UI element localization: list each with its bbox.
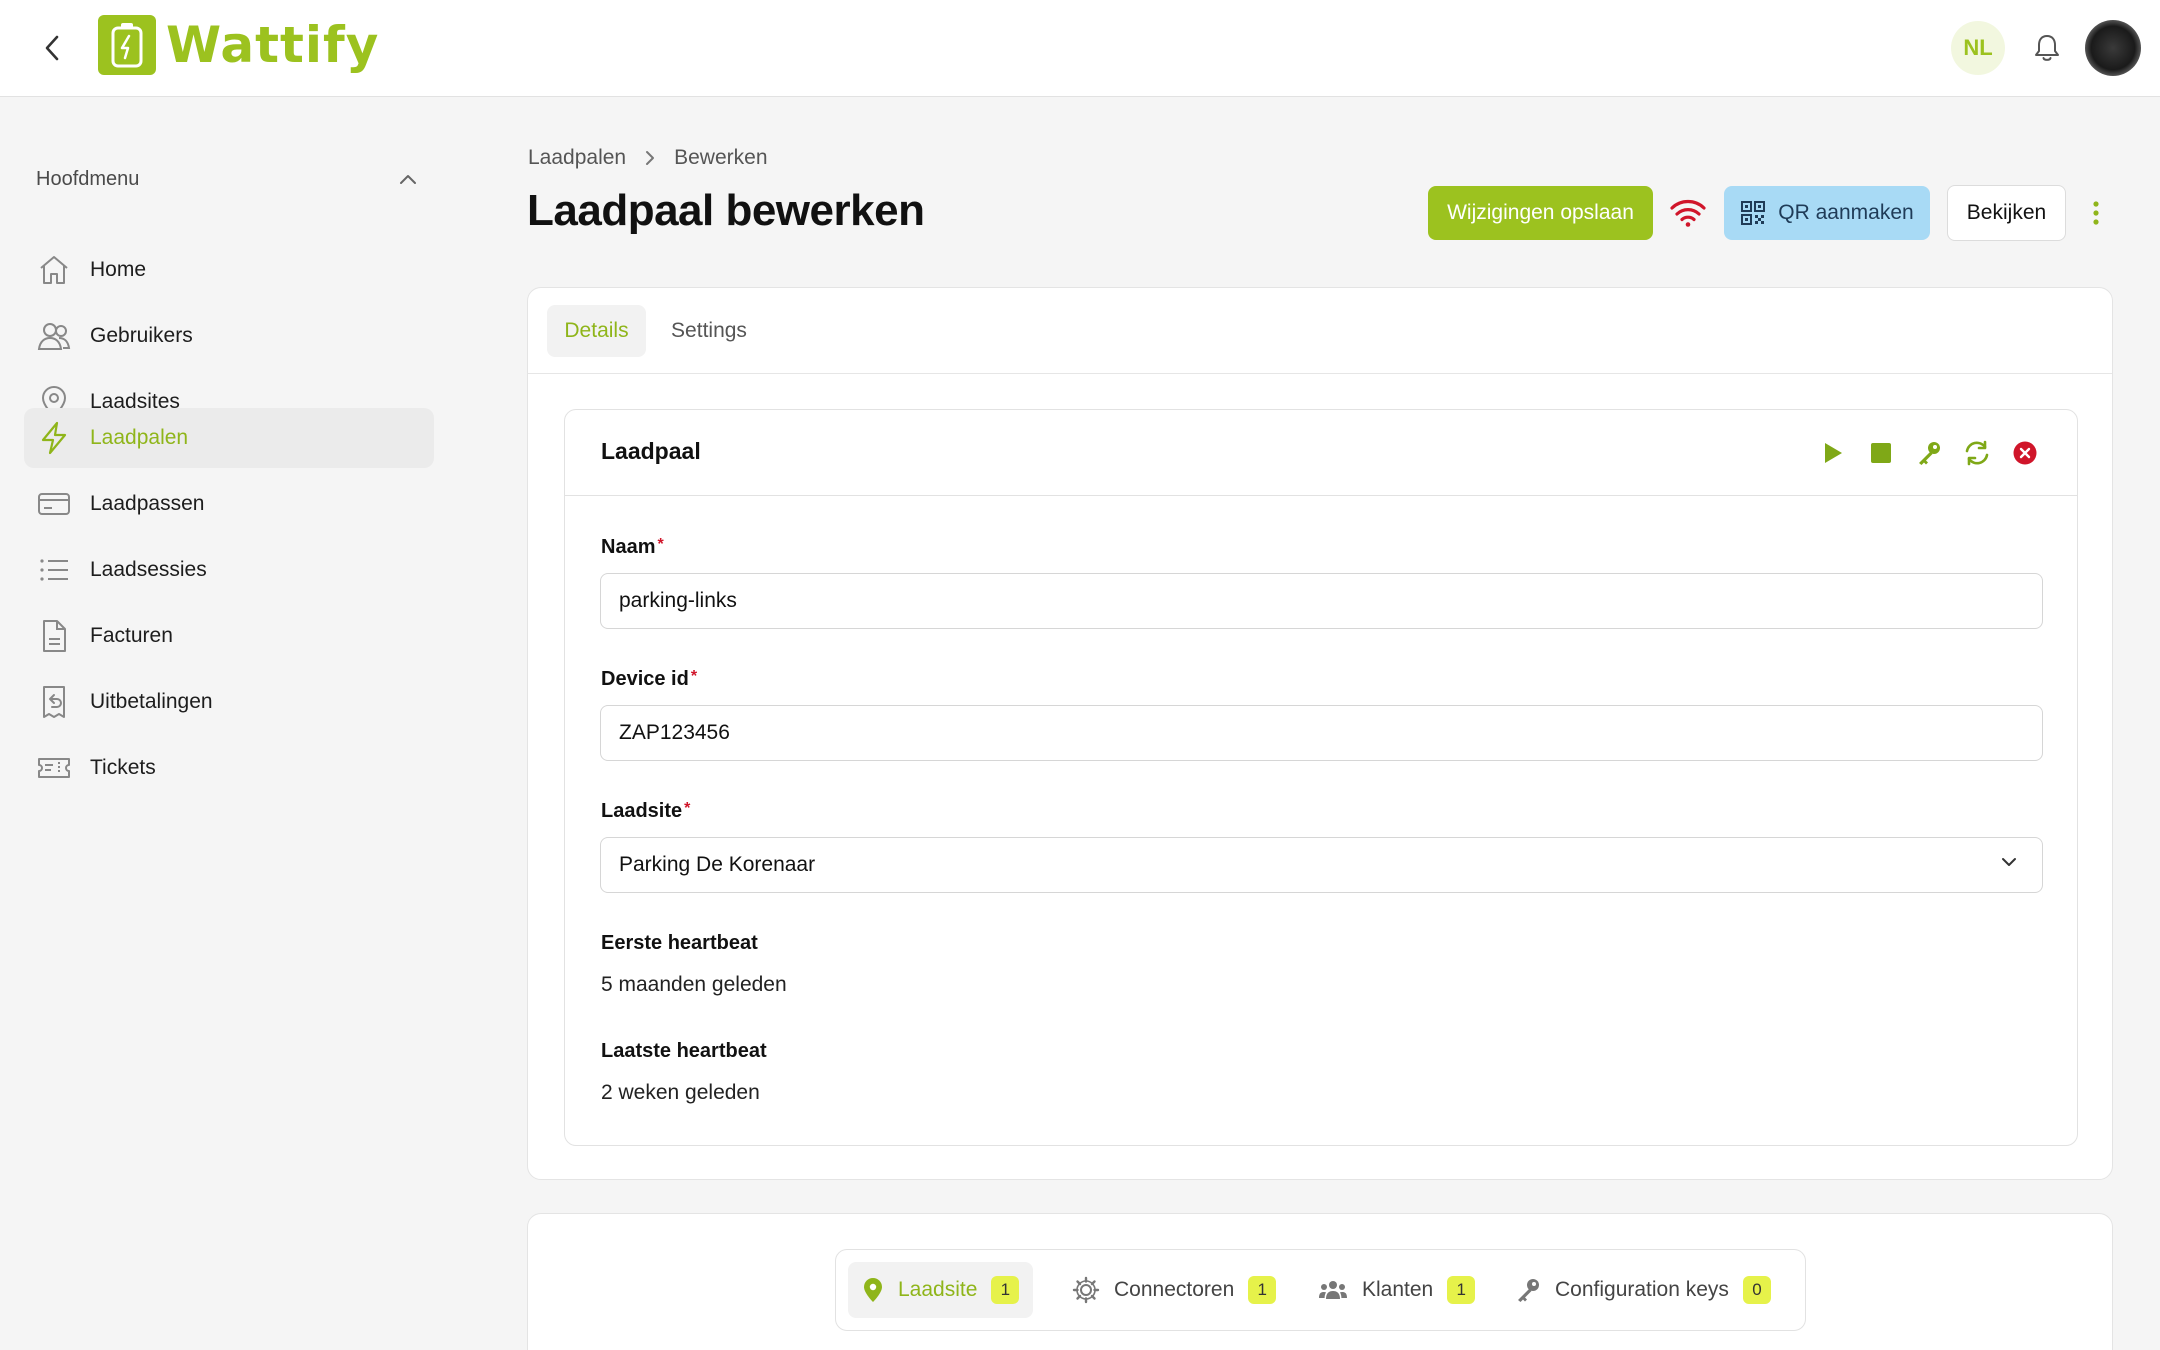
related-card: Laadsite 1 Connectoren 1 Klanten 1 Confi… <box>527 1213 2113 1350</box>
sidebar: Hoofdmenu Home Gebruikers Laadsites Laad… <box>0 98 460 1350</box>
device-id-label: Device id * <box>601 668 697 691</box>
tab-label: Configuration keys <box>1555 1278 1729 1301</box>
count-badge: 1 <box>1248 1276 1277 1304</box>
first-heartbeat-value: 5 maanden geleden <box>601 973 787 996</box>
page-title: Laadpaal bewerken <box>527 186 925 235</box>
more-options-icon[interactable] <box>2084 196 2108 230</box>
tab-connectoren[interactable]: Connectoren 1 <box>1058 1262 1290 1318</box>
sidebar-item-laadpassen[interactable]: Laadpassen <box>24 474 434 534</box>
tab-label: Laadsite <box>898 1278 978 1301</box>
tab-label: Connectoren <box>1114 1278 1235 1301</box>
logo-text: Wattify <box>166 16 380 74</box>
sidebar-item-label: Facturen <box>90 624 173 647</box>
gear-icon <box>1072 1276 1100 1304</box>
laadsite-label: Laadsite * <box>601 800 690 823</box>
related-tabs: Laadsite 1 Connectoren 1 Klanten 1 Confi… <box>835 1249 1806 1331</box>
document-icon <box>36 618 72 654</box>
group-icon <box>1318 1278 1348 1302</box>
save-changes-button[interactable]: Wijzigingen opslaan <box>1428 186 1653 240</box>
view-button[interactable]: Bekijken <box>1947 185 2066 241</box>
key-icon[interactable] <box>1913 437 1945 469</box>
chevron-up-icon <box>400 175 416 184</box>
last-heartbeat-value: 2 weken geleden <box>601 1081 760 1104</box>
sidebar-item-gebruikers[interactable]: Gebruikers <box>24 306 434 366</box>
tab-label: Klanten <box>1362 1278 1434 1301</box>
chevron-down-icon <box>2000 856 2018 868</box>
main-menu-toggle[interactable]: Hoofdmenu <box>36 164 418 194</box>
first-heartbeat-label: Eerste heartbeat <box>601 932 758 954</box>
tab-settings[interactable]: Settings <box>656 305 762 357</box>
count-badge: 0 <box>1742 1276 1771 1304</box>
tab-configuration-keys[interactable]: Configuration keys 0 <box>1501 1262 1785 1318</box>
wifi-status-icon <box>1668 196 1708 230</box>
tab-klanten[interactable]: Klanten 1 <box>1304 1262 1489 1318</box>
device-id-field[interactable]: ZAP123456 <box>600 705 2043 761</box>
laadsite-label-text: Laadsite <box>601 800 683 822</box>
charger-card: Laadpaal Naam * parking-links Device id * … <box>564 409 2078 1146</box>
sidebar-item-laadpalen[interactable]: Laadpalen <box>24 408 434 468</box>
sidebar-item-label: Gebruikers <box>90 324 193 347</box>
ticket-icon <box>36 750 72 786</box>
refresh-icon[interactable] <box>1961 437 1993 469</box>
play-icon[interactable] <box>1817 437 1849 469</box>
sidebar-item-label: Laadsessies <box>90 558 207 581</box>
logo[interactable]: Wattify <box>98 14 379 76</box>
location-pin-icon <box>862 1277 884 1303</box>
stop-icon[interactable] <box>1865 437 1897 469</box>
receipt-icon <box>36 684 72 720</box>
required-asterisk: * <box>684 800 691 817</box>
bell-icon <box>2035 35 2059 61</box>
chevron-left-icon <box>45 35 59 61</box>
count-badge: 1 <box>991 1276 1020 1304</box>
sidebar-item-label: Laadpalen <box>90 426 189 449</box>
language-switch[interactable]: NL <box>1951 21 2005 75</box>
back-button[interactable] <box>34 30 70 66</box>
required-asterisk: * <box>657 536 664 553</box>
key-icon <box>1515 1277 1541 1303</box>
charger-card-title: Laadpaal <box>601 438 701 464</box>
tab-bar: Details Settings <box>528 288 2112 374</box>
tab-details[interactable]: Details <box>547 305 646 357</box>
sidebar-item-laadsessies[interactable]: Laadsessies <box>24 540 434 600</box>
user-avatar[interactable] <box>2085 20 2141 76</box>
card-icon <box>36 486 72 522</box>
sidebar-item-label: Tickets <box>90 756 156 779</box>
sidebar-item-facturen[interactable]: Facturen <box>24 606 434 666</box>
sidebar-item-uitbetalingen[interactable]: Uitbetalingen <box>24 672 434 732</box>
sidebar-item-label: Home <box>90 258 147 281</box>
count-badge: 1 <box>1447 1276 1476 1304</box>
last-heartbeat-label: Laatste heartbeat <box>601 1040 767 1062</box>
details-card: Details Settings Laadpaal Naam * parking-… <box>527 287 2113 1180</box>
required-asterisk: * <box>690 668 698 685</box>
remove-icon[interactable] <box>2009 437 2041 469</box>
chevron-right-icon <box>644 149 656 167</box>
sidebar-item-home[interactable]: Home <box>24 240 434 300</box>
breadcrumb: Laadpalen Bewerken <box>528 146 768 170</box>
name-field[interactable]: parking-links <box>600 573 2043 629</box>
create-qr-button[interactable]: QR aanmaken <box>1724 186 1930 240</box>
sidebar-item-label: Laadpassen <box>90 492 205 515</box>
create-qr-label: QR aanmaken <box>1778 201 1914 224</box>
tab-laadsite[interactable]: Laadsite 1 <box>848 1262 1034 1318</box>
laadsite-select-value: Parking De Korenaar <box>619 853 816 876</box>
lightning-icon <box>36 420 72 456</box>
sidebar-item-tickets[interactable]: Tickets <box>24 738 434 798</box>
breadcrumb-current: Bewerken <box>674 146 768 169</box>
users-icon <box>36 318 72 354</box>
charger-card-header: Laadpaal <box>565 410 2077 496</box>
qr-code-icon <box>1740 200 1766 226</box>
sidebar-item-label: Uitbetalingen <box>90 690 213 713</box>
notifications-button[interactable] <box>2027 28 2067 68</box>
name-label-text: Naam <box>601 536 656 558</box>
laadsite-select[interactable]: Parking De Korenaar <box>600 837 2043 893</box>
home-icon <box>36 252 72 288</box>
breadcrumb-parent-link[interactable]: Laadpalen <box>528 146 626 170</box>
battery-logo-icon <box>98 15 156 75</box>
device-id-label-text: Device id <box>601 668 689 690</box>
main-menu-label: Hoofdmenu <box>36 167 140 190</box>
name-label: Naam * <box>601 536 664 559</box>
top-bar: Wattify NL <box>0 0 2160 97</box>
list-icon <box>36 552 72 588</box>
